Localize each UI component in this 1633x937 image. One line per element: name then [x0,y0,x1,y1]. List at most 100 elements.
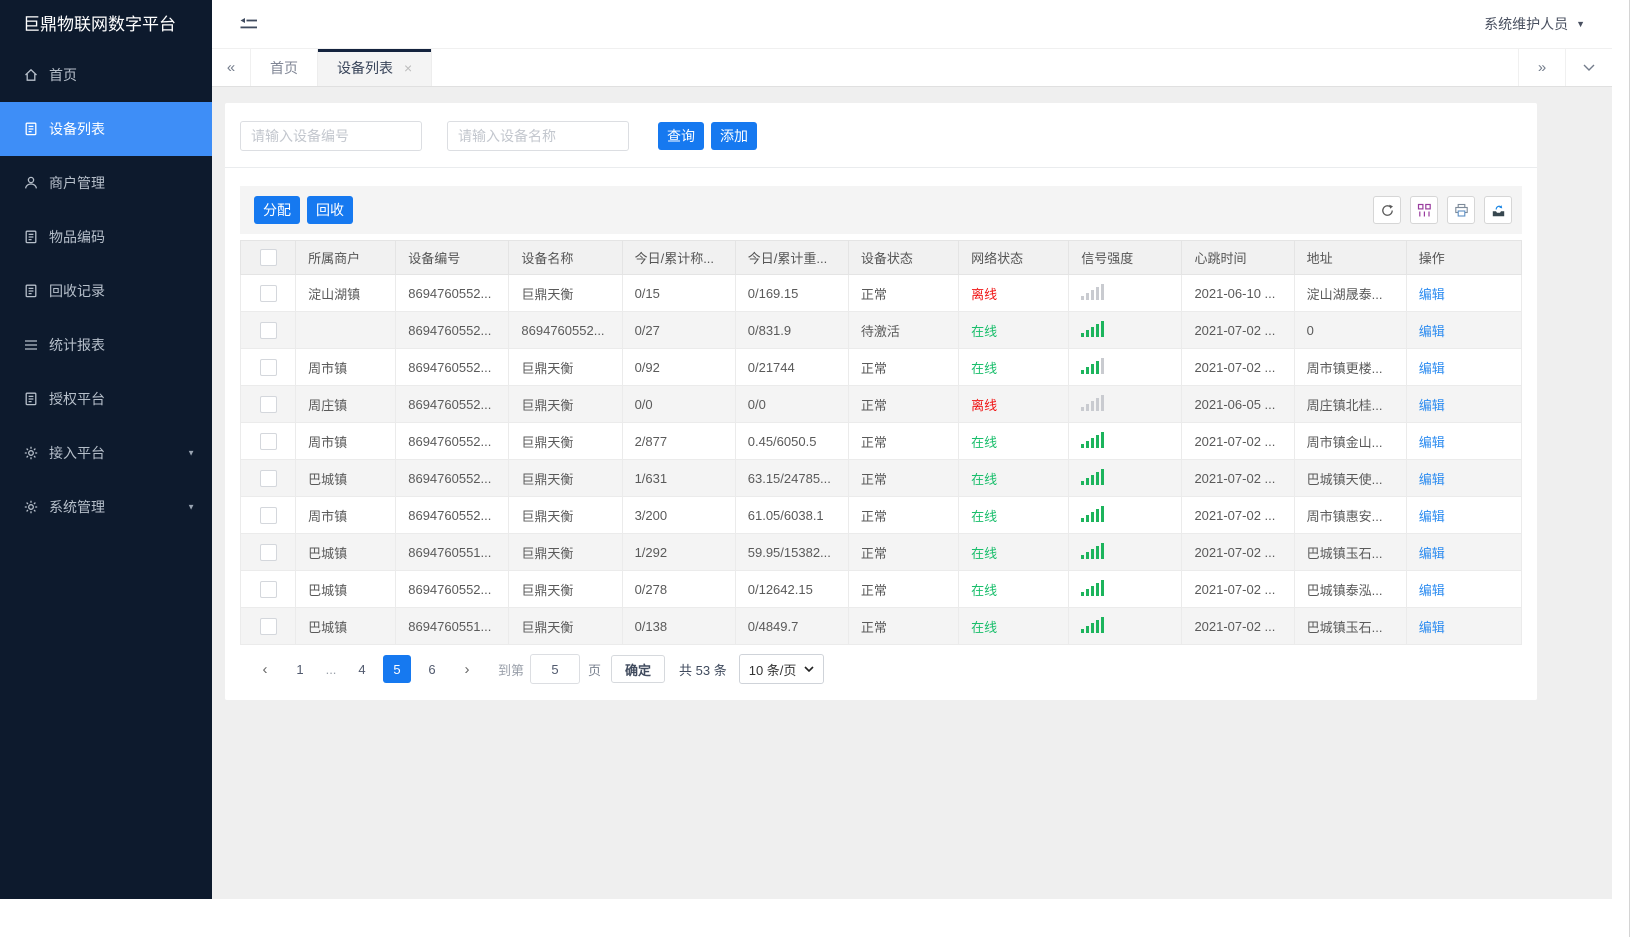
sidebar-item-device-list[interactable]: 设备列表 [0,102,212,156]
tab-device-list[interactable]: 设备列表 × [318,49,433,86]
tabs-menu-button[interactable] [1565,49,1612,86]
cell-today-weight: 0.45/6050.5 [734,422,849,460]
column-header: 今日/累计称... [621,240,736,275]
page-button-4[interactable]: 4 [348,655,376,683]
cell-network: 离线 [958,274,1070,312]
refresh-button[interactable] [1373,196,1401,224]
cell-merchant: 周市镇 [295,422,397,460]
sidebar-collapse-button[interactable] [239,17,258,32]
page-next-button[interactable]: › [453,655,481,683]
page-prev-button[interactable]: ‹ [251,655,279,683]
row-checkbox[interactable] [259,432,277,450]
edit-link[interactable]: 编辑 [1419,361,1445,376]
cell-signal [1068,385,1183,423]
cell-heartbeat: 2021-07-02 ... [1181,496,1295,534]
cell-network: 在线 [958,348,1070,386]
row-checkbox[interactable] [259,321,277,339]
cell-merchant: 巴城镇 [295,570,397,608]
tabs-scroll-right-button[interactable]: » [1518,49,1565,86]
cell-device-no: 8694760552... [395,422,510,460]
edit-link[interactable]: 编辑 [1419,398,1445,413]
row-checkbox[interactable] [259,580,277,598]
cell-address: 0 [1293,311,1407,349]
edit-link[interactable]: 编辑 [1419,509,1445,524]
assign-button[interactable]: 分配 [254,196,300,224]
sidebar-item-item-code[interactable]: 物品编码 [0,210,212,264]
edit-link[interactable]: 编辑 [1419,546,1445,561]
edit-link[interactable]: 编辑 [1419,435,1445,450]
gear-icon [24,500,38,514]
cell-merchant: 巴城镇 [295,533,397,571]
toolbar-icon-group [1364,196,1512,224]
jump-label: 到第 [498,662,525,678]
page-button-1[interactable]: 1 [286,655,314,683]
recycle-button[interactable]: 回收 [307,196,353,224]
device-grid: 分配 回收 所属商户 设备编号 设备名称 今日/累计称... 今日/累计重... 设备状态… [239,186,1523,684]
device-name-input[interactable] [447,121,629,151]
cell-today-count: 2/877 [621,422,736,460]
row-checkbox[interactable] [259,395,277,413]
sidebar-item-auth-platform[interactable]: 授权平台 [0,372,212,426]
sidebar-item-label: 接入平台 [49,445,105,461]
sidebar-item-recycle-record[interactable]: 回收记录 [0,264,212,318]
tabs-scroll-left-button[interactable]: « [212,49,251,86]
cell-heartbeat: 2021-07-02 ... [1181,459,1295,497]
cell-today-count: 0/27 [621,311,736,349]
table-row: 淀山湖镇 8694760552... 巨鼎天衡 0/15 0/169.15 正常 离线 202… [239,274,1523,312]
cell-device-name: 8694760552... [508,311,623,349]
sidebar-item-system-mgmt[interactable]: 系统管理 ▼ [0,480,212,534]
row-checkbox[interactable] [259,284,277,302]
device-no-input[interactable] [240,121,422,151]
cell-today-weight: 0/0 [734,385,849,423]
row-checkbox[interactable] [259,617,277,635]
page-size-select[interactable]: 10 条/页 [738,654,825,684]
cell-today-weight: 63.15/24785... [734,459,849,497]
scrollbar-track[interactable] [1629,0,1630,937]
cell-status: 正常 [847,274,960,312]
cell-network: 在线 [958,607,1070,645]
page-button-6[interactable]: 6 [418,655,446,683]
column-header: 信号强度 [1068,240,1183,275]
select-all-checkbox[interactable] [259,249,277,267]
cell-device-no: 8694760552... [395,459,510,497]
edit-link[interactable]: 编辑 [1419,583,1445,598]
row-checkbox[interactable] [259,543,277,561]
confirm-button[interactable]: 确定 [611,655,666,683]
cell-network: 在线 [958,496,1070,534]
row-checkbox[interactable] [259,469,277,487]
sidebar-item-access-platform[interactable]: 接入平台 ▼ [0,426,212,480]
edit-link[interactable]: 编辑 [1419,324,1445,339]
edit-link[interactable]: 编辑 [1419,472,1445,487]
row-checkbox[interactable] [259,358,277,376]
jump-page-input[interactable] [530,654,581,684]
columns-button[interactable] [1410,196,1438,224]
cell-address: 巴城镇玉石... [1293,533,1407,571]
query-button[interactable]: 查询 [658,122,704,150]
sidebar-item-home[interactable]: 首页 [0,48,212,102]
cell-device-no: 8694760552... [395,385,510,423]
user-menu[interactable]: 系统维护人员 ▼ [1484,14,1585,34]
sidebar-item-stats-report[interactable]: 统计报表 [0,318,212,372]
export-button[interactable] [1484,196,1512,224]
main-area: 系统维护人员 ▼ « 首页 设备列表 × » 查询 [212,0,1612,899]
tab-right-controls: » [1518,49,1612,86]
add-button[interactable]: 添加 [711,122,757,150]
page-button-5[interactable]: 5 [383,655,411,683]
tab-close-icon[interactable]: × [404,61,412,75]
cell-heartbeat: 2021-07-02 ... [1181,311,1295,349]
tab-home[interactable]: 首页 [251,49,318,86]
table-row: 巴城镇 8694760551... 巨鼎天衡 0/138 0/4849.7 正常 在线 202… [239,607,1523,645]
row-checkbox[interactable] [259,506,277,524]
edit-link[interactable]: 编辑 [1419,287,1445,302]
printer-button[interactable] [1447,196,1475,224]
chevron-down-icon [1583,64,1595,71]
cell-signal [1068,459,1183,497]
sidebar-item-merchant-mgmt[interactable]: 商户管理 [0,156,212,210]
cell-status: 正常 [847,459,960,497]
edit-link[interactable]: 编辑 [1419,620,1445,635]
cell-device-name: 巨鼎天衡 [508,385,623,423]
cell-merchant: 周庄镇 [295,385,397,423]
cell-status: 正常 [847,607,960,645]
select-caret-icon [804,666,814,672]
lines-icon [25,340,37,350]
